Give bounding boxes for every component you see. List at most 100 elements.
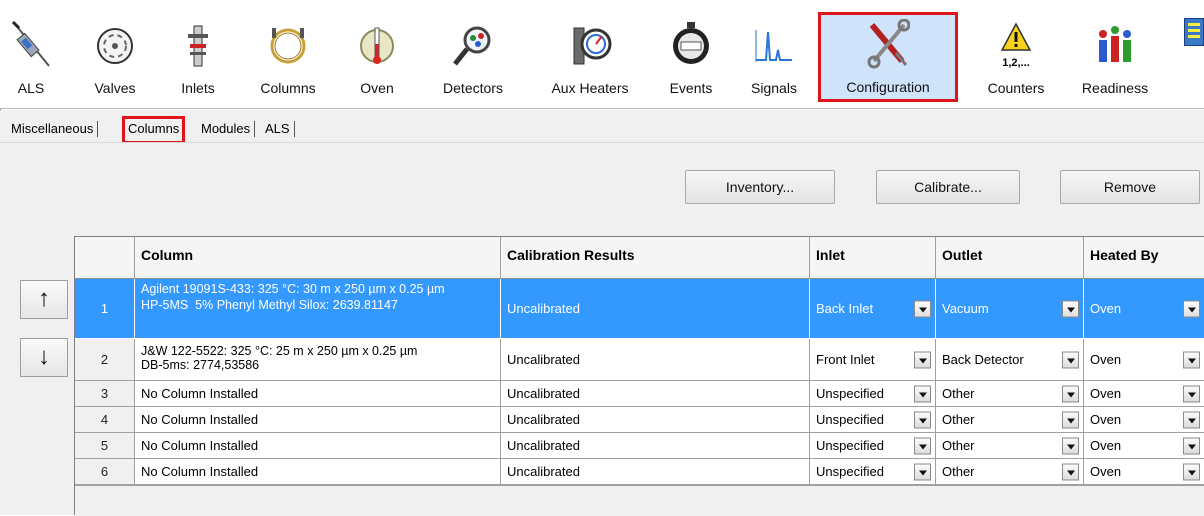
chevron-down-icon[interactable] xyxy=(1062,351,1079,368)
table-row[interactable]: 6 No Column Installed Uncalibrated Unspe… xyxy=(75,459,1204,485)
outlet-dropdown[interactable]: Other xyxy=(936,407,1084,433)
inventory-button[interactable]: Inventory... xyxy=(685,170,835,204)
column-header-heated-by[interactable]: Heated By xyxy=(1084,237,1204,279)
table-row[interactable]: 1 Agilent 19091S-433: 325 °C: 30 m x 250… xyxy=(75,279,1204,339)
toolbar-label: ALS xyxy=(17,80,45,96)
toolbar-signals-button[interactable]: Signals xyxy=(744,6,804,104)
calibrate-button[interactable]: Calibrate... xyxy=(876,170,1020,204)
column-cell[interactable]: J&W 122-5522: 325 °C: 25 m x 250 µm x 0.… xyxy=(135,339,501,381)
outlet-dropdown[interactable]: Other xyxy=(936,381,1084,407)
outlet-dropdown[interactable]: Vacuum xyxy=(936,279,1084,339)
chevron-down-icon[interactable] xyxy=(914,385,931,402)
column-cell[interactable]: No Column Installed xyxy=(135,459,501,485)
inlet-dropdown[interactable]: Unspecified xyxy=(810,407,936,433)
tab-miscellaneous[interactable]: Miscellaneous xyxy=(8,119,99,140)
tab-als[interactable]: ALS xyxy=(262,119,295,140)
tab-bar: Miscellaneous Columns Modules ALS xyxy=(0,110,1204,144)
heated-by-dropdown[interactable]: Oven xyxy=(1084,459,1204,485)
chevron-down-icon[interactable] xyxy=(914,411,931,428)
toolbar-inlets-button[interactable]: Inlets xyxy=(172,6,224,104)
inlet-dropdown[interactable]: Unspecified xyxy=(810,381,936,407)
toolbar-als-button[interactable]: ALS xyxy=(8,6,54,104)
heated-by-value: Oven xyxy=(1090,386,1122,401)
warning-counter-icon: 1,2,... xyxy=(1000,22,1032,69)
inlet-dropdown[interactable]: Front Inlet xyxy=(810,339,936,381)
chevron-down-icon[interactable] xyxy=(1062,411,1079,428)
inlet-value: Unspecified xyxy=(816,386,884,401)
column-cell[interactable]: No Column Installed xyxy=(135,407,501,433)
inlet-value: Front Inlet xyxy=(816,352,875,367)
inlet-dropdown[interactable]: Back Inlet xyxy=(810,279,936,339)
table-row[interactable]: 2 J&W 122-5522: 325 °C: 25 m x 250 µm x … xyxy=(75,339,1204,381)
row-number: 2 xyxy=(75,339,135,381)
chevron-down-icon[interactable] xyxy=(1062,437,1079,454)
chevron-down-icon[interactable] xyxy=(1062,463,1079,480)
outlet-dropdown[interactable]: Other xyxy=(936,433,1084,459)
chevron-down-icon[interactable] xyxy=(1062,300,1079,317)
inlet-value: Unspecified xyxy=(816,412,884,427)
toolbar-counters-button[interactable]: 1,2,... Counters xyxy=(976,6,1056,104)
toolbar-label: Inlets xyxy=(181,80,215,96)
toolbar-readiness-button[interactable]: Readiness xyxy=(1074,6,1156,104)
toolbar-columns-button[interactable]: Columns xyxy=(254,6,322,104)
toolbar-configuration-button[interactable]: Configuration xyxy=(818,12,958,102)
chevron-down-icon[interactable] xyxy=(1062,385,1079,402)
chevron-down-icon[interactable] xyxy=(914,463,931,480)
heated-by-dropdown[interactable]: Oven xyxy=(1084,407,1204,433)
inlet-dropdown[interactable]: Unspecified xyxy=(810,459,936,485)
heated-by-dropdown[interactable]: Oven xyxy=(1084,433,1204,459)
chevron-down-icon[interactable] xyxy=(1183,437,1200,454)
chevron-down-icon[interactable] xyxy=(914,300,931,317)
outlet-dropdown[interactable]: Other xyxy=(936,459,1084,485)
tab-columns[interactable]: Columns xyxy=(122,116,186,144)
calibration-cell: Uncalibrated xyxy=(501,279,810,339)
move-down-button[interactable]: ↓ xyxy=(20,338,68,377)
heated-by-value: Oven xyxy=(1090,352,1122,367)
heated-by-dropdown[interactable]: Oven xyxy=(1084,279,1204,339)
screwdriver-wrench-icon xyxy=(867,19,910,69)
column-header-inlet[interactable]: Inlet xyxy=(810,237,936,279)
chevron-down-icon[interactable] xyxy=(914,351,931,368)
row-number: 3 xyxy=(75,381,135,407)
heated-by-dropdown[interactable]: Oven xyxy=(1084,339,1204,381)
move-up-button[interactable]: ↑ xyxy=(20,280,68,319)
toolbar-aux-heaters-button[interactable]: Aux Heaters xyxy=(540,6,640,104)
inlet-dropdown[interactable]: Unspecified xyxy=(810,433,936,459)
toolbar-detectors-button[interactable]: Detectors xyxy=(432,6,514,104)
chevron-down-icon[interactable] xyxy=(1183,351,1200,368)
remove-button[interactable]: Remove xyxy=(1060,170,1200,204)
tab-modules[interactable]: Modules xyxy=(198,119,256,140)
toolbar-events-button[interactable]: Events xyxy=(662,6,720,104)
columns-table: Column Calibration Results Inlet Outlet … xyxy=(74,236,1204,516)
column-header-column[interactable]: Column xyxy=(135,237,501,279)
outlet-dropdown[interactable]: Back Detector xyxy=(936,339,1084,381)
grid-tool-icon[interactable] xyxy=(1184,18,1204,46)
table-row[interactable]: 4 No Column Installed Uncalibrated Unspe… xyxy=(75,407,1204,433)
chevron-down-icon[interactable] xyxy=(1183,411,1200,428)
table-row[interactable]: 3 No Column Installed Uncalibrated Unspe… xyxy=(75,381,1204,407)
tab-label: Modules xyxy=(201,121,251,136)
toolbar-valves-button[interactable]: Valves xyxy=(88,6,142,104)
heated-by-dropdown[interactable]: Oven xyxy=(1084,381,1204,407)
outlet-value: Other xyxy=(942,412,975,427)
toolbar-label: Detectors xyxy=(443,80,503,96)
column-cell[interactable]: No Column Installed xyxy=(135,381,501,407)
table-row[interactable]: 5 No Column Installed Uncalibrated Unspe… xyxy=(75,433,1204,459)
chevron-down-icon[interactable] xyxy=(1183,385,1200,402)
toolbar-oven-button[interactable]: Oven xyxy=(352,6,402,104)
row-number: 5 xyxy=(75,433,135,459)
outlet-value: Other xyxy=(942,386,975,401)
inlet-value: Unspecified xyxy=(816,464,884,479)
detector-magnifier-icon xyxy=(453,26,491,66)
toolbar-label: Readiness xyxy=(1081,80,1149,96)
heated-by-value: Oven xyxy=(1090,412,1122,427)
chevron-down-icon[interactable] xyxy=(914,437,931,454)
column-cell[interactable]: Agilent 19091S-433: 325 °C: 30 m x 250 µ… xyxy=(135,279,501,339)
column-coil-icon xyxy=(270,28,306,64)
chevron-down-icon[interactable] xyxy=(1183,300,1200,317)
column-header-outlet[interactable]: Outlet xyxy=(936,237,1084,279)
column-header-calibration[interactable]: Calibration Results xyxy=(501,237,810,279)
column-cell[interactable]: No Column Installed xyxy=(135,433,501,459)
chevron-down-icon[interactable] xyxy=(1183,463,1200,480)
toolbar-label: Counters xyxy=(987,80,1045,96)
